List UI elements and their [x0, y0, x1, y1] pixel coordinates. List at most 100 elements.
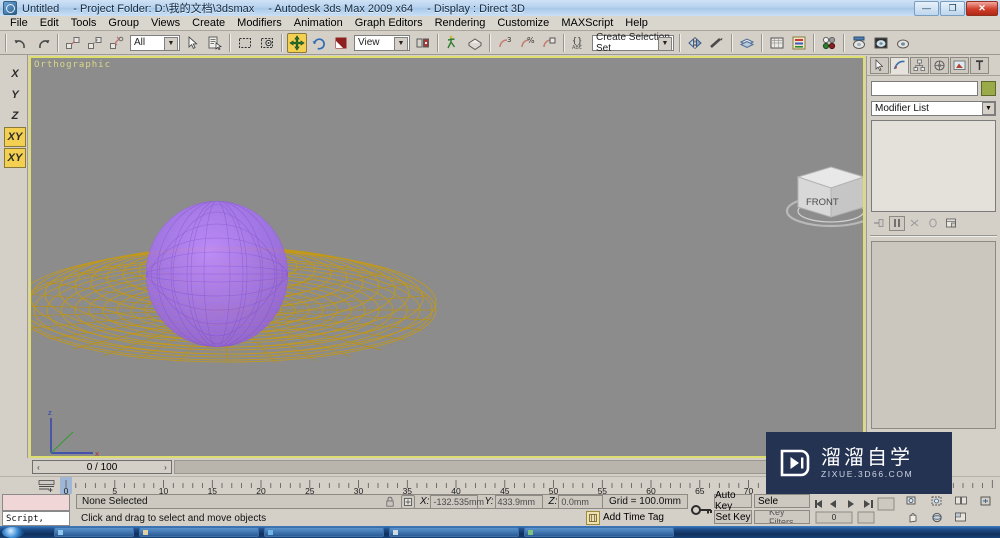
chevron-down-icon[interactable]: ▼: [164, 36, 178, 51]
utilities-tab[interactable]: [970, 57, 989, 74]
axis-constraint-x[interactable]: X: [4, 64, 26, 84]
use-pivot-point-center-button[interactable]: [413, 32, 433, 53]
unlink-selection-button[interactable]: [85, 32, 105, 53]
axis-constraint-plane-cycle[interactable]: XY: [4, 148, 26, 168]
menu-customize[interactable]: Customize: [491, 16, 555, 30]
pan-icon[interactable]: [900, 510, 925, 526]
maximize-viewport-toggle-icon[interactable]: [949, 510, 974, 526]
taskbar-item-1[interactable]: [54, 527, 134, 537]
chevron-down-icon[interactable]: ▼: [982, 102, 995, 115]
select-object-button[interactable]: [183, 32, 203, 53]
orbit-icon[interactable]: [925, 510, 950, 526]
coord-y-field[interactable]: 433.9mm: [494, 494, 543, 509]
undo-button[interactable]: [11, 32, 31, 53]
menu-file[interactable]: File: [4, 16, 34, 30]
menu-help[interactable]: Help: [619, 16, 654, 30]
redo-button[interactable]: [33, 32, 53, 53]
minimize-button[interactable]: —: [914, 1, 939, 16]
auto-key-button[interactable]: Auto Key: [714, 490, 752, 512]
hierarchy-tab[interactable]: [910, 57, 929, 74]
animation-playback-controls[interactable]: 0: [814, 494, 898, 525]
rendered-frame-window-button[interactable]: [871, 32, 891, 53]
open-mini-curve-editor-icon[interactable]: [38, 479, 56, 493]
select-and-scale-button[interactable]: [331, 32, 351, 53]
spinner-snap-toggle-button[interactable]: [539, 32, 559, 53]
taskbar-item-5[interactable]: [524, 527, 674, 537]
curve-editor-button[interactable]: [767, 32, 787, 53]
bind-to-space-warp-button[interactable]: [107, 32, 127, 53]
object-name-field[interactable]: [871, 81, 978, 96]
start-button[interactable]: [2, 526, 24, 538]
object-color-swatch[interactable]: [981, 81, 996, 96]
time-slider-track[interactable]: [174, 460, 865, 474]
modify-tab[interactable]: [890, 57, 909, 74]
menu-views[interactable]: Views: [145, 16, 186, 30]
edit-named-selection-sets-button[interactable]: {} ABC: [569, 32, 589, 53]
remove-modifier-icon[interactable]: [925, 216, 941, 231]
layer-manager-button[interactable]: [737, 32, 757, 53]
render-production-button[interactable]: [893, 32, 913, 53]
select-by-name-button[interactable]: [205, 32, 225, 53]
menu-rendering[interactable]: Rendering: [429, 16, 492, 30]
chevron-down-icon[interactable]: ▼: [658, 36, 672, 51]
add-time-tag-group[interactable]: Add Time Tag: [586, 510, 664, 525]
menu-graph-editors[interactable]: Graph Editors: [349, 16, 429, 30]
menu-tools[interactable]: Tools: [65, 16, 103, 30]
zoom-all-icon[interactable]: [925, 494, 950, 510]
display-tab[interactable]: [950, 57, 969, 74]
make-unique-icon[interactable]: [907, 216, 923, 231]
key-filters-button[interactable]: Key Filters...: [754, 510, 810, 524]
menu-create[interactable]: Create: [186, 16, 231, 30]
menu-modifiers[interactable]: Modifiers: [231, 16, 288, 30]
key-toggle-icon[interactable]: [690, 494, 714, 525]
material-editor-button[interactable]: [819, 32, 839, 53]
zoom-region-icon[interactable]: [974, 494, 999, 510]
pin-stack-icon[interactable]: [871, 216, 887, 231]
zoom-extents-icon[interactable]: [949, 494, 974, 510]
snaps-toggle-button[interactable]: [465, 32, 485, 53]
close-button[interactable]: ✕: [966, 1, 998, 16]
chevron-down-icon[interactable]: ▼: [394, 36, 408, 51]
time-slider[interactable]: ‹ 0 / 100 ›: [32, 460, 172, 474]
time-tag-icon[interactable]: [586, 510, 600, 525]
window-crossing-toggle-button[interactable]: [257, 32, 277, 53]
maxscript-mini-listener[interactable]: [2, 494, 70, 511]
select-and-rotate-button[interactable]: [309, 32, 329, 53]
menu-group[interactable]: Group: [102, 16, 145, 30]
show-end-result-icon[interactable]: [889, 215, 905, 231]
menu-animation[interactable]: Animation: [288, 16, 349, 30]
select-and-move-button[interactable]: [287, 32, 307, 53]
set-key-button[interactable]: Set Key: [714, 510, 752, 524]
mirror-button[interactable]: [685, 32, 705, 53]
axis-constraint-z[interactable]: Z: [4, 106, 26, 126]
schematic-view-button[interactable]: [789, 32, 809, 53]
maximize-button[interactable]: ❐: [940, 1, 965, 16]
modifier-stack[interactable]: [871, 120, 996, 212]
viewcube[interactable]: FRONT: [776, 153, 865, 233]
modifier-list-combo[interactable]: Modifier List ▼: [871, 101, 996, 116]
configure-modifier-sets-icon[interactable]: [943, 216, 959, 231]
lock-selection-icon[interactable]: [383, 494, 397, 509]
parameters-rollout-area[interactable]: [871, 241, 996, 429]
maxscript-script-field[interactable]: Script,: [2, 511, 70, 526]
create-tab[interactable]: [870, 57, 889, 74]
menu-maxscript[interactable]: MAXScript: [555, 16, 619, 30]
select-and-link-button[interactable]: [63, 32, 83, 53]
create-selection-set-combo[interactable]: Create Selection Set ▼: [592, 32, 674, 54]
time-prev-arrow[interactable]: ‹: [33, 463, 44, 472]
angle-snap-toggle-button[interactable]: 3: [495, 32, 515, 53]
rectangular-selection-region-button[interactable]: [235, 32, 255, 53]
axis-constraint-xy[interactable]: XY: [4, 127, 26, 147]
motion-tab[interactable]: [930, 57, 949, 74]
menu-edit[interactable]: Edit: [34, 16, 65, 30]
taskbar-item-2[interactable]: [139, 527, 259, 537]
selection-filter-combo[interactable]: All ▼: [130, 34, 180, 51]
viewport[interactable]: Orthographic z x FRONT: [29, 56, 865, 458]
reference-coordinate-system-combo[interactable]: View ▼: [354, 34, 410, 51]
align-button[interactable]: [707, 32, 727, 53]
taskbar-item-3[interactable]: [264, 527, 384, 537]
taskbar-item-4[interactable]: [389, 527, 519, 537]
time-next-arrow[interactable]: ›: [160, 463, 171, 472]
axis-constraint-y[interactable]: Y: [4, 85, 26, 105]
select-and-manipulate-button[interactable]: [443, 32, 463, 53]
